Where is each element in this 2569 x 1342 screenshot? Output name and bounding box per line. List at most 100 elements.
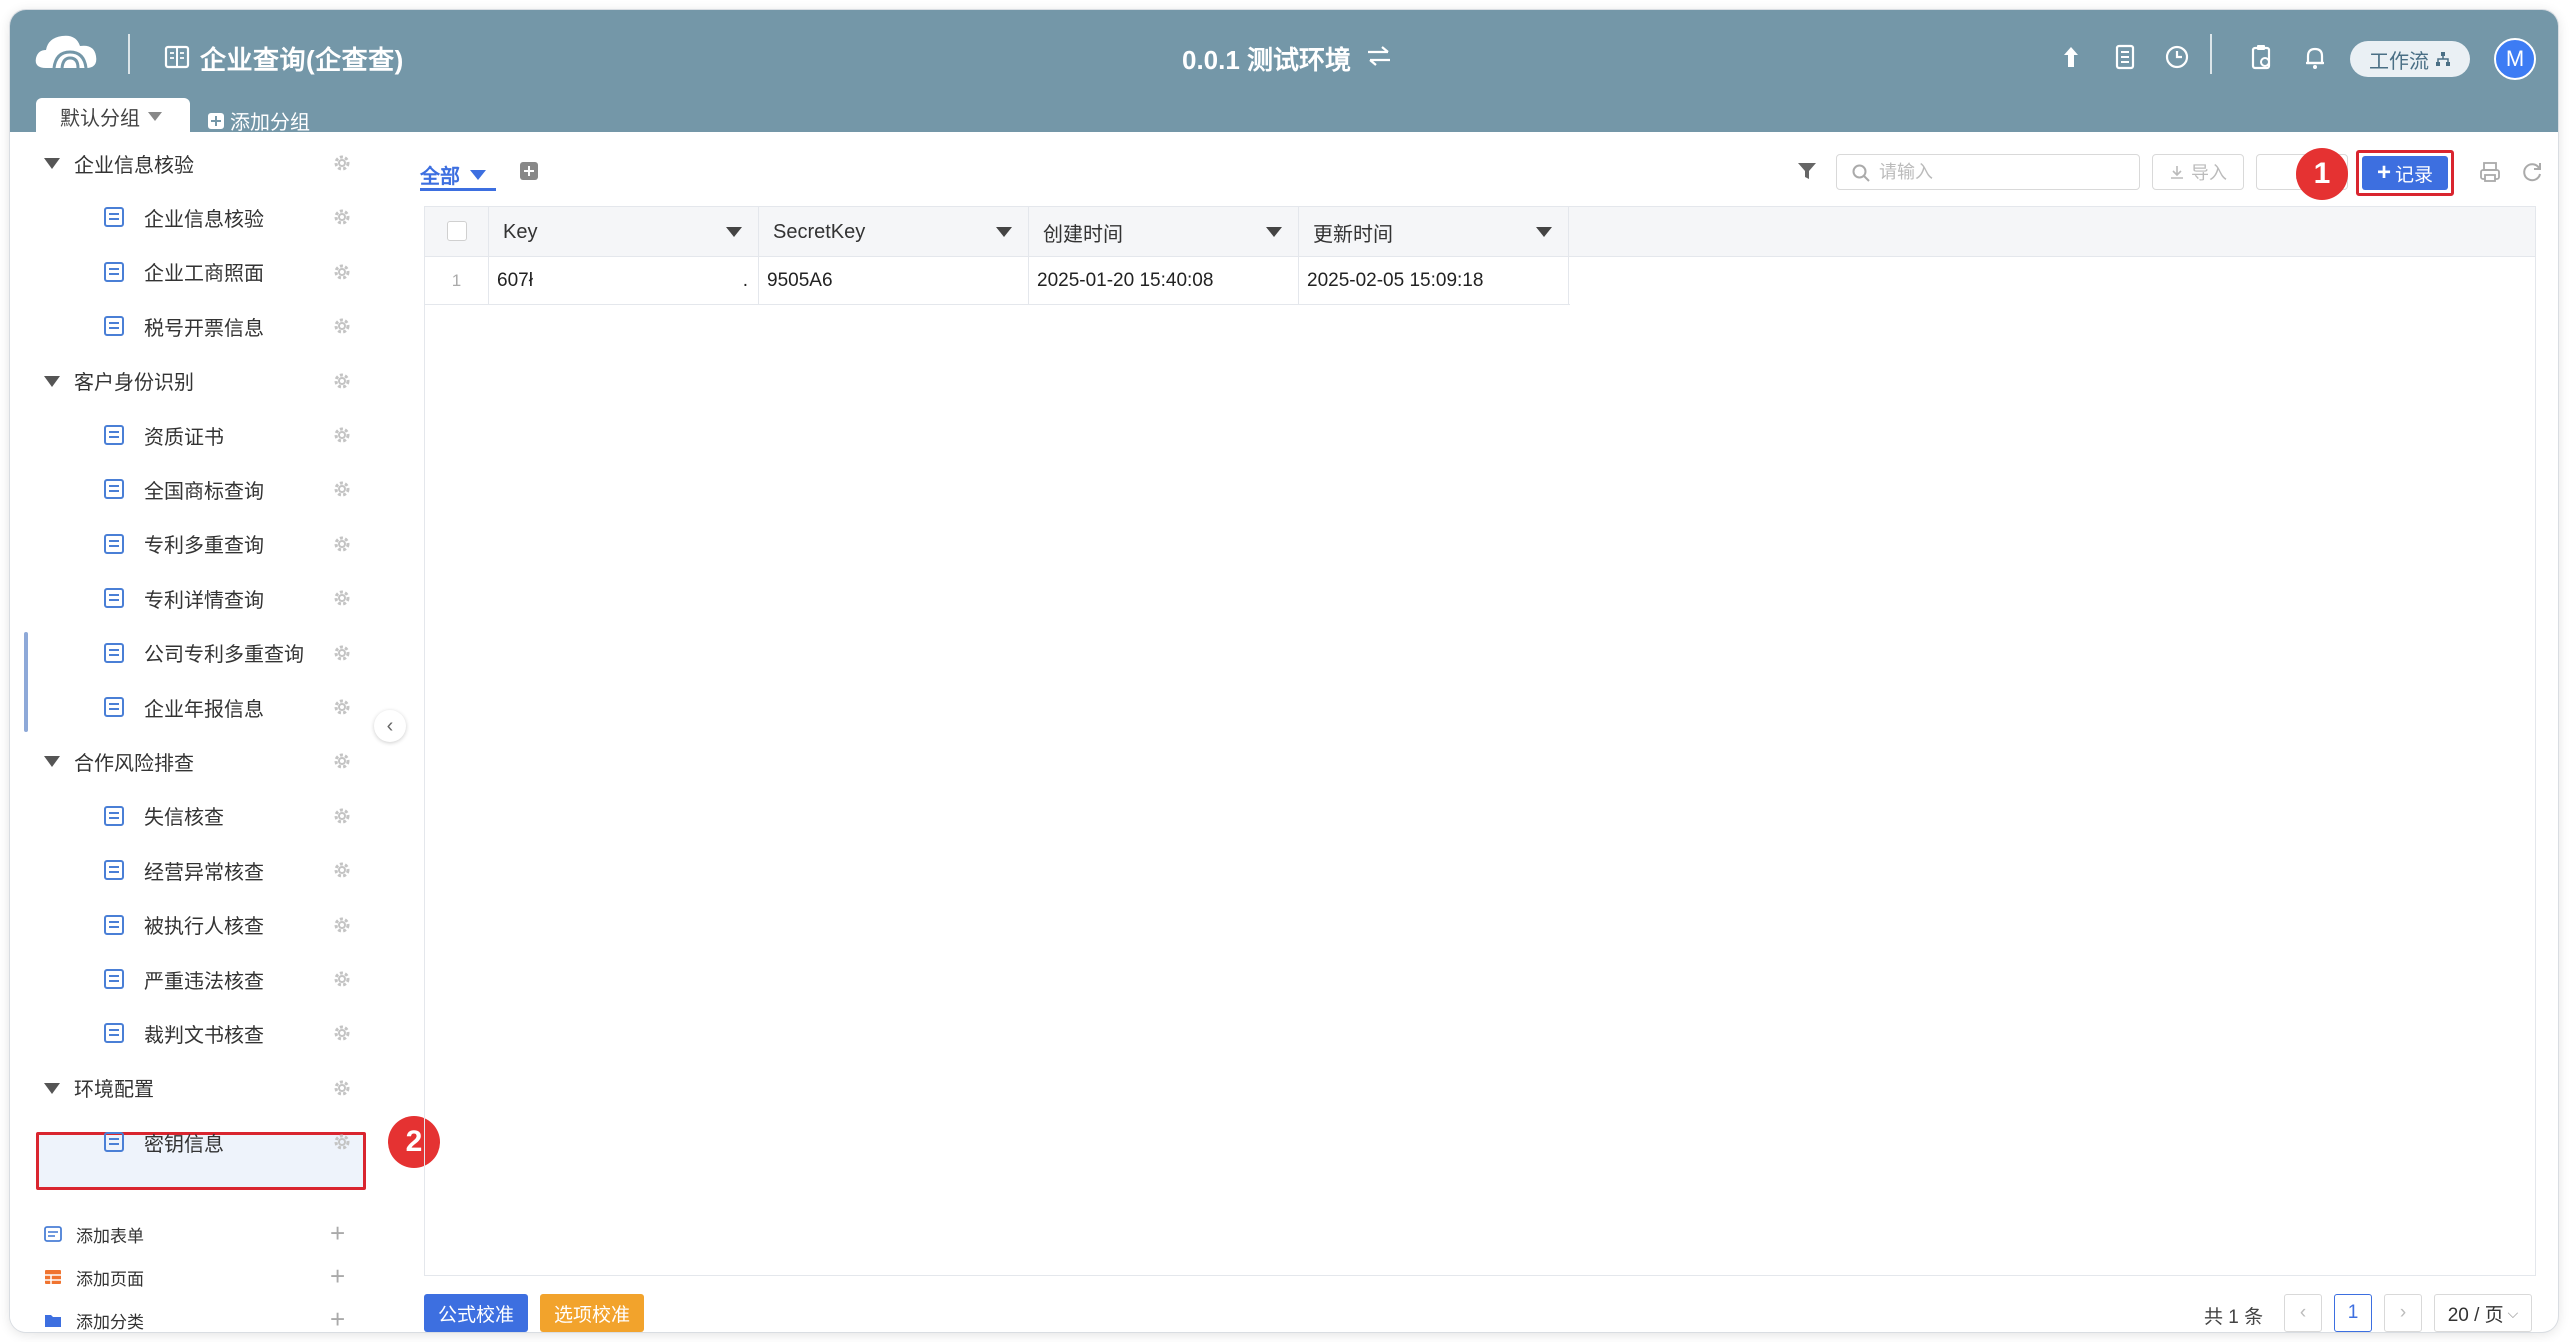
cloud-logo-icon[interactable] (32, 28, 102, 74)
caret-down-icon[interactable] (44, 756, 60, 768)
search-box[interactable] (1836, 154, 2140, 190)
search-input[interactable] (1879, 161, 2119, 183)
add-record-button[interactable]: + 记录 (2362, 156, 2448, 190)
cell-created-time[interactable]: 2025-01-20 15:40:08 (1029, 257, 1299, 305)
next-page-button[interactable]: › (2384, 1294, 2422, 1332)
form-icon (104, 860, 124, 881)
sidebar-item[interactable]: 专利多重查询 (10, 517, 370, 571)
gear-icon[interactable] (332, 1023, 352, 1043)
cell-secretkey[interactable]: 9505A6 (759, 257, 1029, 305)
column-title: 创建时间 (1043, 223, 1123, 246)
gear-icon[interactable] (332, 806, 352, 826)
prev-page-button[interactable]: ‹ (2284, 1294, 2322, 1332)
sidebar-item[interactable]: 被执行人核查 (10, 898, 370, 952)
sidebar-group[interactable]: 合作风险排查 (10, 734, 370, 788)
sidebar-item[interactable]: 严重违法核查 (10, 952, 370, 1006)
gear-icon[interactable] (332, 207, 352, 227)
print-icon[interactable] (2478, 160, 2502, 184)
add-form-button[interactable]: 添加表单 + (10, 1214, 370, 1254)
caret-down-icon[interactable] (1266, 227, 1282, 237)
form-icon (104, 588, 124, 609)
caret-down-icon[interactable] (726, 227, 742, 237)
swap-icon[interactable] (1364, 44, 1394, 68)
gear-icon[interactable] (332, 751, 352, 771)
gear-icon[interactable] (332, 588, 352, 608)
sidebar-item[interactable]: 税号开票信息 (10, 299, 370, 353)
sidebar-item[interactable]: 经营异常核查 (10, 843, 370, 897)
gear-icon[interactable] (332, 316, 352, 336)
user-avatar[interactable]: M (2494, 38, 2536, 80)
sidebar-item[interactable]: 企业信息核验 (10, 190, 370, 244)
column-header-created[interactable]: 创建时间 (1029, 207, 1299, 257)
gear-icon[interactable] (332, 153, 352, 173)
caret-down-icon[interactable] (44, 375, 60, 387)
caret-down-icon[interactable] (1536, 227, 1552, 237)
form-icon (104, 642, 124, 663)
cell-updated-time[interactable]: 2025-02-05 15:09:18 (1299, 257, 1569, 305)
upload-arrow-icon[interactable] (2056, 42, 2086, 72)
plus-icon: + (2376, 159, 2391, 186)
caret-down-icon[interactable] (44, 1082, 60, 1094)
history-clock-icon[interactable] (2162, 42, 2192, 72)
gear-icon[interactable] (332, 262, 352, 282)
sidebar-group[interactable]: 环境配置 (10, 1061, 370, 1115)
column-header-updated[interactable]: 更新时间 (1299, 207, 1569, 257)
main-content: 全部 导入 + 记录 (390, 132, 2558, 1332)
gear-icon[interactable] (332, 479, 352, 499)
refresh-icon[interactable] (2520, 160, 2544, 184)
sidebar-item[interactable]: 全国商标查询 (10, 462, 370, 516)
gear-icon[interactable] (332, 697, 352, 717)
sidebar-item[interactable]: 失信核查 (10, 789, 370, 843)
gear-icon[interactable] (332, 643, 352, 663)
sidebar-item[interactable]: 公司专利多重查询 (10, 626, 370, 680)
add-category-button[interactable]: 添加分类 + (10, 1300, 370, 1332)
view-tab-all[interactable]: 全部 (420, 160, 486, 189)
document-icon[interactable] (2110, 42, 2140, 72)
workflow-label: 工作流 (2369, 50, 2429, 73)
filter-icon[interactable] (1796, 160, 1818, 182)
gear-icon[interactable] (332, 860, 352, 880)
form-icon (104, 261, 124, 282)
sidebar-item[interactable]: 企业工商照面 (10, 245, 370, 299)
page-number-current[interactable]: 1 (2334, 1294, 2372, 1332)
column-title: SecretKey (773, 220, 866, 243)
gear-icon[interactable] (332, 425, 352, 445)
gear-icon[interactable] (332, 534, 352, 554)
sidebar-item[interactable]: 资质证书 (10, 408, 370, 462)
gear-icon[interactable] (332, 1078, 352, 1098)
environment-title[interactable]: 0.0.1 测试环境 (1182, 40, 1351, 77)
formula-calibrate-button[interactable]: 公式校准 (424, 1294, 528, 1332)
table-row[interactable]: 1 607ł . 9505A6 2025-01-20 15:40:08 2025… (425, 257, 1570, 305)
gear-icon[interactable] (332, 371, 352, 391)
form-icon (104, 1023, 124, 1044)
caret-down-icon[interactable] (44, 158, 60, 169)
cell-key[interactable]: 607ł . (489, 257, 759, 305)
sidebar-group[interactable]: 企业信息核验 (10, 136, 370, 190)
workflow-button[interactable]: 工作流 (2350, 41, 2470, 77)
gear-icon[interactable] (332, 969, 352, 989)
sidebar-group[interactable]: 客户身份识别 (10, 354, 370, 408)
gear-icon[interactable] (332, 1132, 352, 1152)
add-page-button[interactable]: 添加页面 + (10, 1257, 370, 1297)
add-view-icon[interactable] (520, 162, 538, 180)
caret-down-icon[interactable] (996, 227, 1012, 237)
select-all-checkbox[interactable] (447, 221, 467, 241)
sidebar-item[interactable]: 企业年报信息 (10, 680, 370, 734)
form-icon (104, 914, 124, 935)
add-group-button[interactable]: 添加分组 (208, 106, 310, 135)
clipboard-settings-icon[interactable] (2246, 42, 2276, 72)
option-calibrate-button[interactable]: 选项校准 (540, 1294, 644, 1332)
sidebar-item[interactable]: 密钥信息 (10, 1115, 370, 1169)
import-button[interactable]: 导入 (2152, 154, 2244, 190)
page-size-select[interactable]: 20 / 页 ⌵ (2434, 1294, 2532, 1332)
sidebar-item-label: 企业信息核验 (144, 208, 264, 231)
header-divider (2210, 34, 2212, 74)
sidebar-item[interactable]: 裁判文书核查 (10, 1006, 370, 1060)
gear-icon[interactable] (332, 915, 352, 935)
column-header-key[interactable]: Key (489, 207, 759, 257)
sidebar-group-label: 客户身份识别 (74, 372, 194, 395)
column-header-secretkey[interactable]: SecretKey (759, 207, 1029, 257)
tab-default-group[interactable]: 默认分组 (36, 98, 190, 134)
sidebar-item[interactable]: 专利详情查询 (10, 571, 370, 625)
bell-icon[interactable] (2300, 42, 2330, 72)
